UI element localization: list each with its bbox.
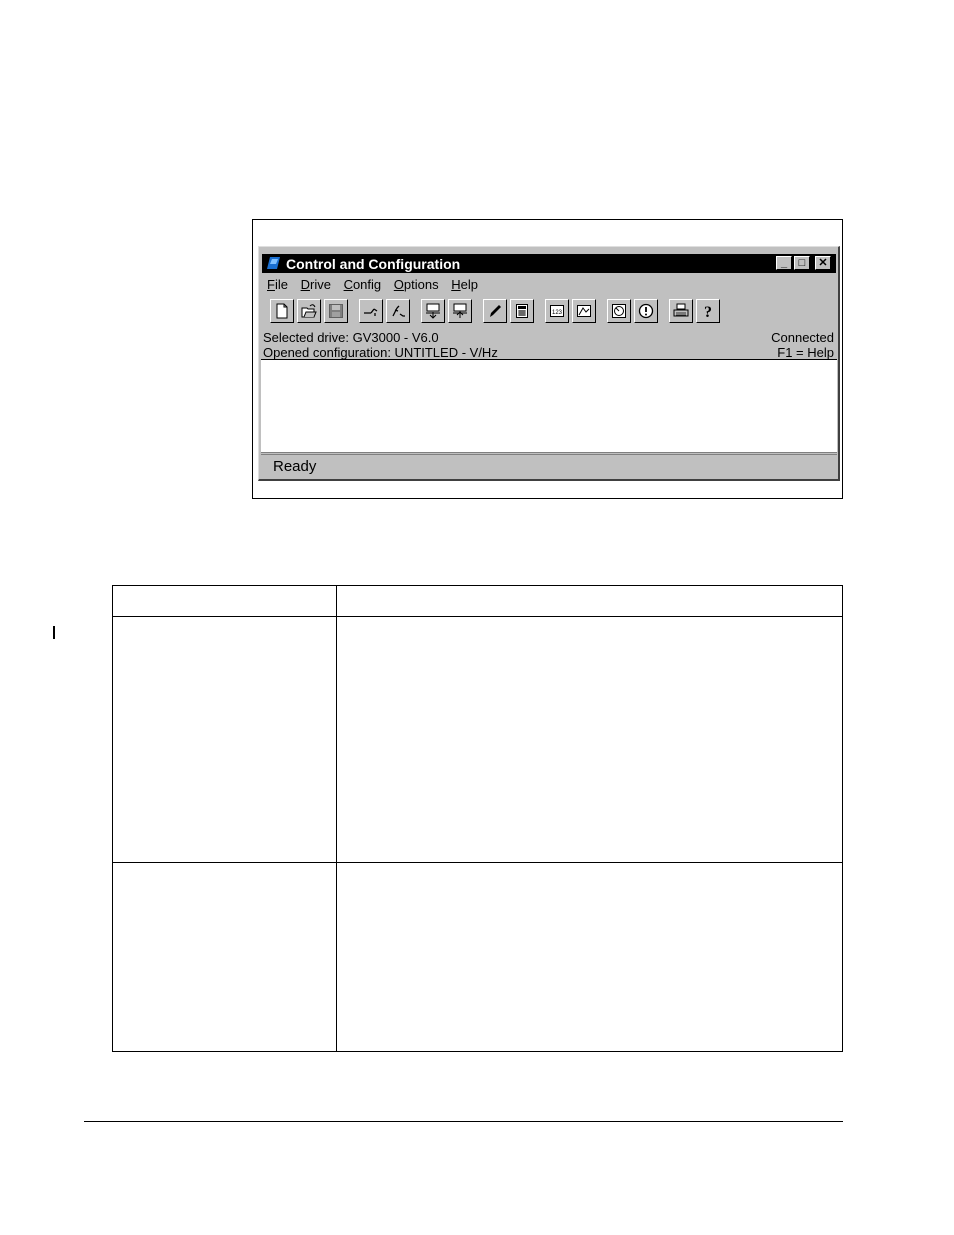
work-area[interactable] — [261, 359, 837, 453]
close-button[interactable]: ✕ — [815, 256, 831, 270]
numeric-display-button[interactable]: 123 — [545, 299, 569, 323]
menu-drive[interactable]: Drive — [301, 277, 331, 293]
status-bar: Ready — [261, 454, 837, 478]
upload-button[interactable] — [421, 299, 445, 323]
table-row — [112, 616, 843, 863]
table-header-row — [112, 585, 843, 617]
table-header-cell — [112, 585, 337, 617]
edit-button[interactable] — [483, 299, 507, 323]
maximize-button[interactable]: □ — [794, 256, 810, 270]
new-file-icon — [276, 303, 288, 319]
status-text: Ready — [273, 458, 317, 475]
save-button[interactable] — [324, 299, 348, 323]
disconnect-icon — [392, 305, 405, 317]
monitor-gauge-icon — [612, 304, 626, 318]
numeric-display-icon: 123 — [550, 305, 564, 317]
save-disk-icon — [329, 304, 343, 318]
maximize-icon: □ — [798, 257, 806, 269]
open-button[interactable] — [297, 299, 321, 323]
connect-icon — [364, 308, 378, 316]
close-icon: ✕ — [818, 257, 828, 269]
menu-bar: File Drive Config Options Help — [267, 277, 487, 293]
help-button[interactable]: ? — [696, 299, 720, 323]
menu-config[interactable]: Config — [344, 277, 382, 293]
selected-drive-label: Selected drive: GV3000 - V6.0 — [263, 330, 439, 345]
download-button[interactable] — [448, 299, 472, 323]
app-icon — [267, 257, 280, 269]
download-icon — [453, 303, 467, 318]
menu-options[interactable]: Options — [394, 277, 439, 293]
graph-button[interactable] — [572, 299, 596, 323]
upload-icon — [426, 303, 440, 319]
svg-text:123: 123 — [552, 310, 563, 316]
table-cell — [336, 616, 843, 863]
graph-icon — [577, 305, 591, 317]
svg-text:?: ? — [704, 304, 712, 319]
alert-button[interactable] — [634, 299, 658, 323]
new-file-button[interactable] — [270, 299, 294, 323]
table-header-cell — [336, 585, 843, 617]
table-cell — [336, 862, 843, 1052]
table-cell — [112, 862, 337, 1052]
disconnect-button[interactable] — [386, 299, 410, 323]
calculator-button[interactable] — [510, 299, 534, 323]
change-bar — [53, 626, 55, 639]
connection-status: Connected — [771, 330, 834, 345]
calculator-icon — [516, 304, 528, 318]
help-icon: ? — [704, 304, 712, 319]
footer-rule — [84, 1121, 843, 1122]
print-button[interactable] — [669, 299, 693, 323]
help-hint: F1 = Help — [777, 345, 834, 360]
document-table — [112, 585, 843, 1052]
application-window: Control and Configuration _ □ ✕ File Dri… — [258, 246, 840, 481]
open-folder-icon — [301, 304, 317, 318]
table-row — [112, 862, 843, 1052]
alert-icon — [638, 303, 654, 319]
menu-help[interactable]: Help — [451, 277, 478, 293]
table-cell — [112, 616, 337, 863]
menu-file[interactable]: File — [267, 277, 288, 293]
minimize-icon: _ — [780, 257, 788, 269]
print-icon — [673, 303, 689, 317]
connect-button[interactable] — [359, 299, 383, 323]
edit-pencil-icon — [490, 305, 501, 317]
monitor-button[interactable] — [607, 299, 631, 323]
opened-configuration-label: Opened configuration: UNTITLED - V/Hz — [263, 345, 498, 360]
minimize-button[interactable]: _ — [776, 256, 792, 270]
title-bar[interactable]: Control and Configuration _ □ ✕ — [262, 254, 836, 273]
window-title: Control and Configuration — [286, 256, 461, 272]
